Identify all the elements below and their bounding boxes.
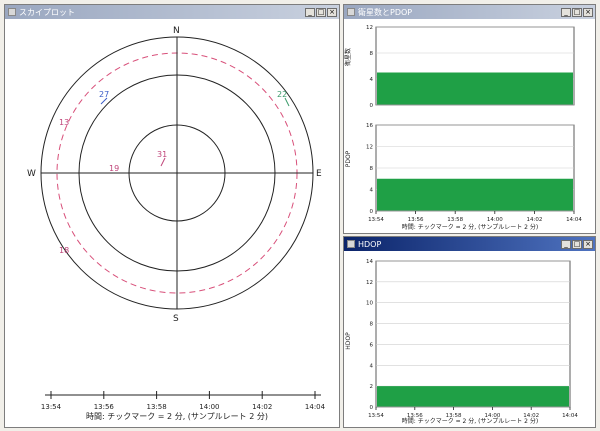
maximize-button[interactable]: □: [572, 7, 582, 17]
hdop-window: HDOP _ □ × HDOP 時間: チックマーク = 2 分, (サンプルレ…: [343, 236, 596, 428]
satellite-31-label[interactable]: 31: [157, 150, 167, 159]
hdop-title: HDOP: [358, 239, 382, 249]
maximize-button[interactable]: □: [316, 7, 326, 17]
sats-ylabel: 衛星数: [344, 48, 352, 66]
hdop-y-tick-label: 10: [366, 301, 373, 307]
satellite-22-track: [284, 97, 290, 107]
pdop-x-tick-label: 14:02: [526, 217, 542, 223]
pdop-y-tick-label: 8: [370, 166, 374, 172]
compass-west: W: [27, 169, 36, 179]
hdop-content: HDOP 時間: チックマーク = 2 分, (サンプルレート 2 分) 024…: [344, 251, 595, 427]
satellite-27-label[interactable]: 27: [99, 90, 109, 99]
timeline-tick-label: 13:56: [94, 403, 115, 411]
pdop-y-tick-label: 0: [370, 209, 374, 215]
timeline-ticks: 13:54 13:56 13:58 14:00 14:02 14:04: [41, 391, 326, 411]
pdop-value-band: [377, 178, 573, 211]
pdop-y-tick-label: 4: [370, 188, 374, 194]
timeline-tick-label: 13:54: [41, 403, 62, 411]
timeline-tick-label: 14:02: [252, 403, 272, 411]
satellite-18-label[interactable]: 18: [59, 246, 69, 255]
hdop-y-tick-label: 6: [370, 342, 374, 348]
pdop-y-tick-label: 12: [366, 145, 373, 151]
hdop-y-tick-label: 2: [370, 384, 374, 390]
hdop-titlebar[interactable]: HDOP _ □ ×: [344, 237, 595, 251]
hdop-x-tick-label: 13:58: [446, 413, 462, 419]
skyplot-content: N S E W 27 22 13 19 31 18 13:54 13:56 13:58 14:0…: [5, 19, 339, 427]
hdop-x-tick-label: 14:04: [562, 413, 578, 419]
minimize-button[interactable]: _: [305, 7, 315, 17]
sats-pdop-title: 衛星数とPDOP: [358, 7, 413, 17]
sats-y-tick-label: 8: [370, 51, 374, 57]
sats-pdop-titlebar[interactable]: 衛星数とPDOP _ □ ×: [344, 5, 595, 19]
sats-y-tick-label: 0: [370, 103, 374, 109]
maximize-button[interactable]: □: [572, 239, 582, 249]
hdop-plot-area: [375, 260, 571, 408]
pdop-x-tick-label: 14:04: [566, 217, 582, 223]
compass-east: E: [316, 169, 322, 179]
sats-pdop-svg: 衛星数 PDOP 時間: チックマーク = 2 分, (サンプルレート 2 分)…: [344, 25, 582, 231]
timeline-tick-label: 14:00: [199, 403, 219, 411]
sats-pdop-window: 衛星数とPDOP _ □ × 衛星数 PDOP 時間: チックマーク = 2 分…: [343, 4, 596, 234]
compass-north: N: [173, 26, 180, 36]
pdop-y-tick-label: 16: [366, 123, 373, 129]
hdop-x-tick-label: 14:00: [484, 413, 500, 419]
hdop-y-tick-label: 14: [366, 259, 373, 265]
hdop-y-tick-label: 12: [366, 280, 373, 286]
skyplot-window: スカイプロット _ □ × N S E W 27 22 13 19 31 18 13:54…: [4, 4, 340, 428]
satellite-22-label[interactable]: 22: [277, 90, 287, 99]
app-icon: [8, 8, 16, 16]
hdop-y-tick-label: 4: [370, 363, 374, 369]
sats-y-tick-label: 12: [366, 25, 373, 31]
hdop-svg: HDOP 時間: チックマーク = 2 分, (サンプルレート 2 分) 024…: [345, 259, 578, 425]
skyplot-title: スカイプロット: [19, 7, 75, 17]
hdop-ylabel: HDOP: [345, 332, 352, 350]
close-button[interactable]: ×: [583, 239, 593, 249]
timeline-tick-label: 13:58: [147, 403, 167, 411]
timeline-tick-label: 14:04: [305, 403, 326, 411]
satellite-13-label[interactable]: 13: [59, 118, 69, 127]
minimize-button[interactable]: _: [561, 7, 571, 17]
close-button[interactable]: ×: [583, 7, 593, 17]
hdop-x-tick-label: 13:56: [407, 413, 423, 419]
sats-pdop-content: 衛星数 PDOP 時間: チックマーク = 2 分, (サンプルレート 2 分)…: [344, 19, 595, 233]
sats-value-band: [377, 72, 573, 105]
skyplot-svg: N S E W 27 22 13 19 31 18 13:54 13:56 13:58 14:0…: [27, 26, 326, 421]
close-button[interactable]: ×: [327, 7, 337, 17]
sats-pdop-caption: 時間: チックマーク = 2 分, (サンプルレート 2 分): [402, 223, 538, 231]
satellite-31-track: [160, 157, 166, 167]
app-icon: [347, 8, 355, 16]
sats-y-tick-label: 4: [370, 77, 374, 83]
pdop-x-tick-label: 13:56: [408, 217, 424, 223]
compass-south: S: [173, 314, 179, 324]
pdop-ylabel: PDOP: [345, 150, 352, 167]
hdop-y-tick-label: 0: [370, 405, 374, 411]
app-icon: [347, 240, 355, 248]
timeline-caption: 時間: チックマーク = 2 分, (サンプルレート 2 分): [86, 412, 268, 421]
minimize-button[interactable]: _: [561, 239, 571, 249]
hdop-y-tick-label: 8: [370, 322, 374, 328]
skyplot-titlebar[interactable]: スカイプロット _ □ ×: [5, 5, 339, 19]
hdop-x-tick-label: 14:02: [523, 413, 539, 419]
pdop-x-tick-label: 13:58: [447, 217, 463, 223]
satellite-19-label[interactable]: 19: [109, 164, 119, 173]
hdop-value-band: [377, 386, 569, 407]
pdop-x-tick-label: 14:00: [487, 217, 503, 223]
hdop-x-tick-label: 13:54: [368, 413, 384, 419]
pdop-x-tick-label: 13:54: [368, 217, 384, 223]
